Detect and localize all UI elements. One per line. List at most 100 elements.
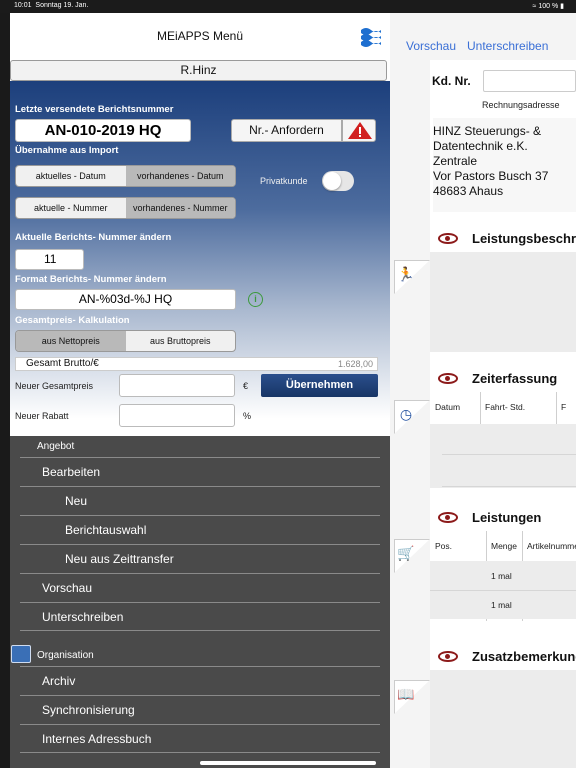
- format-label: Format Berichts- Nummer ändern: [15, 274, 167, 285]
- status-bar: 10:01 Sonntag 19. Jan. ≈ 100 % ▮: [0, 0, 576, 13]
- apply-button[interactable]: Übernehmen: [261, 374, 378, 397]
- total-gross-value: 1.628,00: [337, 359, 373, 369]
- menu-panel: MEiAPPS Menü R.Hinz Letzte versendete Be…: [10, 13, 390, 768]
- eye-icon[interactable]: [438, 233, 458, 244]
- section-organisation: Organisation: [37, 650, 94, 661]
- section-title: Leistungen: [472, 510, 542, 525]
- menu-neu-zeittransfer[interactable]: Neu aus Zeittransfer: [20, 544, 380, 573]
- new-total-input[interactable]: [119, 374, 235, 397]
- seg-gross-price[interactable]: aus Bruttopreis: [126, 331, 236, 351]
- current-number-input[interactable]: 11: [15, 249, 84, 270]
- col-f: F: [561, 402, 567, 412]
- col-artikel: Artikelnummer: [527, 541, 576, 551]
- report-form: 🏃 ◷ 🛒 📖 Kd. Nr. Rechnungsadresse HINZ St…: [390, 60, 576, 768]
- col-datum: Datum: [435, 402, 461, 412]
- toggle-knob: [323, 172, 341, 190]
- eye-icon[interactable]: [438, 651, 458, 662]
- total-gross-row: Gesamt Brutto/€ 1.628,00: [15, 357, 378, 371]
- menu-bearbeiten[interactable]: Bearbeiten: [20, 457, 380, 486]
- eye-icon[interactable]: [438, 373, 458, 384]
- new-discount-input[interactable]: [119, 404, 235, 427]
- date-segment: aktuelles - Datum vorhandenes - Datum: [15, 165, 236, 187]
- detail-navbar: Vorschau Unterschreiben: [390, 13, 576, 60]
- section-angebot: Angebot: [37, 441, 75, 452]
- address-line: HINZ Steuerungs- &: [433, 124, 542, 138]
- format-input[interactable]: AN-%03d-%J HQ: [15, 289, 236, 310]
- section-zeiterfassung[interactable]: Zeiterfassung: [430, 364, 576, 392]
- address-line: Vor Pastors Busch 37: [433, 169, 549, 183]
- menu-berichtauswahl[interactable]: Berichtauswahl: [20, 515, 380, 544]
- change-number-label: Aktuelle Berichts- Nummer ändern: [15, 232, 172, 243]
- grid-line: [442, 486, 576, 487]
- section-leistungsbeschreibung[interactable]: Leistungsbeschreibung: [430, 224, 576, 252]
- home-indicator[interactable]: [200, 761, 376, 765]
- side-tab-strip: 🏃 ◷ 🛒 📖: [390, 60, 430, 768]
- new-discount-label: Neuer Rabatt: [15, 411, 69, 421]
- address-line: Datentechnik e.K.: [433, 139, 528, 153]
- address-line: Zentrale: [433, 154, 478, 168]
- leistungen-table: Pos. Menge Artikelnummer 1 mal 1 mal: [430, 531, 576, 629]
- status-time-date: 10:01 Sonntag 19. Jan.: [14, 2, 89, 9]
- running-man-icon[interactable]: 🏃: [394, 263, 418, 285]
- col-menge: Menge: [491, 541, 517, 551]
- leistungsbeschreibung-body[interactable]: [430, 252, 576, 352]
- detail-panel: Vorschau Unterschreiben 🏃 ◷ 🛒 📖 Kd. Nr. …: [390, 13, 576, 768]
- zusatz-body[interactable]: [430, 670, 576, 768]
- seg-existing-number[interactable]: vorhandenes - Nummer: [125, 198, 235, 218]
- book-icon[interactable]: 📖: [394, 683, 418, 705]
- shopping-cart-icon[interactable]: 🛒: [394, 542, 418, 564]
- address-line: 48683 Ahaus: [433, 184, 504, 198]
- unterschreiben-link[interactable]: Unterschreiben: [467, 39, 548, 53]
- col-pos: Pos.: [435, 541, 453, 551]
- number-segment: aktuelle - Nummer vorhandenes - Nummer: [15, 197, 236, 219]
- seg-net-price[interactable]: aus Nettopreis: [16, 331, 126, 351]
- billing-address[interactable]: HINZ Steuerungs- & Datentechnik e.K. Zen…: [433, 118, 576, 212]
- section-title: Zusatzbemerkungen: [472, 649, 576, 664]
- warning-icon: [348, 122, 372, 139]
- meiapps-logo-icon[interactable]: [358, 24, 384, 50]
- menu-unterschreiben[interactable]: Unterschreiben: [20, 602, 380, 631]
- warning-button[interactable]: [342, 119, 376, 142]
- grid-line: [556, 392, 557, 424]
- section-title: Zeiterfassung: [472, 371, 558, 386]
- menu-neu[interactable]: Neu: [20, 486, 380, 515]
- section-leistungen[interactable]: Leistungen: [430, 503, 576, 531]
- menu-list: Angebot Bearbeiten Neu Berichtauswahl Ne…: [10, 436, 390, 768]
- organisation-icon: [11, 645, 31, 663]
- leistungen-rows[interactable]: 1 mal 1 mal: [430, 561, 576, 619]
- info-icon[interactable]: i: [248, 292, 263, 307]
- row-menge: 1 mal: [491, 600, 512, 610]
- privatkunde-toggle[interactable]: [322, 171, 354, 191]
- zeiterfassung-table: Datum Fahrt- Std. F: [430, 392, 576, 492]
- percent-label: %: [243, 411, 252, 421]
- vorschau-link[interactable]: Vorschau: [406, 39, 456, 53]
- new-total-label: Neuer Gesamtpreis: [15, 381, 94, 391]
- user-name-bar[interactable]: R.Hinz: [10, 60, 387, 81]
- menu-vorschau[interactable]: Vorschau: [20, 573, 380, 602]
- col-fahrt: Fahrt- Std.: [485, 402, 526, 412]
- zeit-rows[interactable]: [430, 424, 576, 488]
- section-title: Leistungsbeschreibung: [472, 231, 576, 246]
- seg-current-date[interactable]: aktuelles - Datum: [16, 166, 126, 186]
- total-gross-label: Gesamt Brutto/€: [26, 358, 99, 369]
- menu-adressbuch[interactable]: Internes Adressbuch: [20, 724, 380, 753]
- seg-existing-date[interactable]: vorhandenes - Datum: [125, 166, 235, 186]
- clock-icon[interactable]: ◷: [394, 403, 418, 425]
- section-zusatzbemerkungen[interactable]: Zusatzbemerkungen: [430, 642, 576, 670]
- eye-icon[interactable]: [438, 512, 458, 523]
- last-report-label: Letzte versendete Berichtsnummer: [15, 104, 174, 115]
- customer-number-input[interactable]: [483, 70, 576, 92]
- panel-title: MEiAPPS Menü: [156, 29, 244, 43]
- import-label: Übernahme aus Import: [15, 145, 119, 156]
- grid-line: [430, 590, 576, 591]
- menu-synchronisierung[interactable]: Synchronisierung: [20, 695, 380, 724]
- seg-current-number[interactable]: aktuelle - Nummer: [16, 198, 126, 218]
- currency-label: €: [243, 381, 249, 391]
- menu-archiv[interactable]: Archiv: [20, 666, 380, 695]
- row-menge: 1 mal: [491, 571, 512, 581]
- status-battery: ≈ 100 % ▮: [532, 3, 564, 10]
- panel-header: MEiAPPS Menü: [10, 13, 390, 60]
- request-number-button[interactable]: Nr.- Anfordern: [231, 119, 342, 142]
- customer-number-label: Kd. Nr.: [432, 74, 471, 88]
- grid-line: [480, 392, 481, 424]
